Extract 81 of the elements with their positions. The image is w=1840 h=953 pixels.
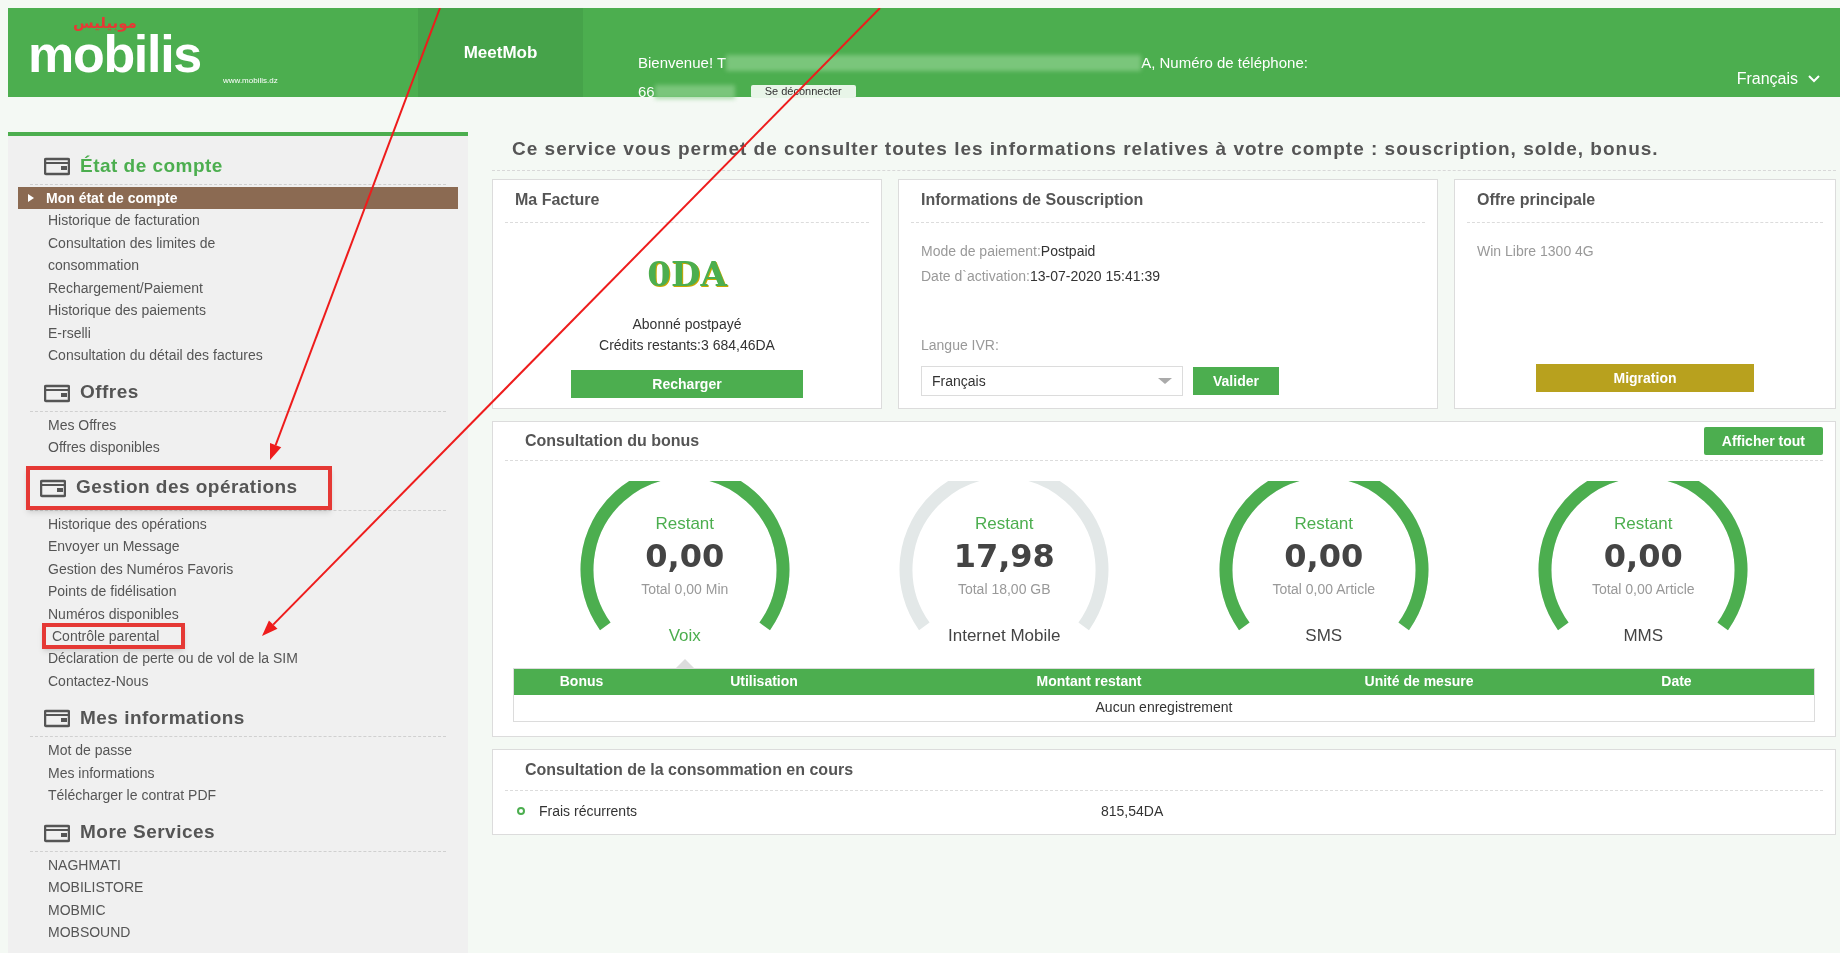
- charge-amount: 815,54DA: [1101, 801, 1164, 821]
- section-heading: Gestion des opérations: [76, 475, 298, 500]
- sidebar-link[interactable]: MOBMIC: [48, 898, 106, 921]
- gauge-caption: Restant: [655, 513, 715, 535]
- section-heading: More Services: [80, 820, 216, 845]
- gauge-tab[interactable]: MMS: [1623, 623, 1664, 649]
- column-header: Date: [1660, 672, 1693, 691]
- sidebar-link[interactable]: Déclaration de perte ou de vol de la SIM: [48, 647, 298, 670]
- column-header: Montant restant: [1035, 672, 1143, 691]
- sidebar-link[interactable]: Envoyer un Message: [48, 535, 180, 558]
- triangle-right-icon: [28, 194, 34, 202]
- bullet-icon: [517, 807, 525, 815]
- column-header: Bonus: [558, 672, 605, 691]
- column-header: Utilisation: [729, 672, 799, 691]
- card-title: Ma Facture: [515, 191, 600, 208]
- logo-arabic: موبيليس: [73, 14, 137, 32]
- gauge-tab[interactable]: Internet Mobile: [948, 623, 1061, 649]
- field-label: Langue IVR:: [921, 336, 999, 355]
- subscription-detail: Mode de paiement:Postpaid: [921, 242, 1097, 261]
- chevron-down-icon: [1808, 75, 1820, 83]
- gauge-total: Total 0,00 Article: [1272, 579, 1376, 599]
- sidebar-link[interactable]: Consultation du détail des factures: [48, 344, 263, 367]
- sidebar-link[interactable]: Télécharger le contrat PDF: [48, 784, 217, 807]
- gauge-tab[interactable]: SMS: [1305, 623, 1343, 649]
- empty-table-message: Aucun enregistrement: [1095, 698, 1233, 717]
- caret-down-icon: [1158, 378, 1172, 384]
- section-heading: Offres: [80, 380, 139, 405]
- gauge-value: 0,00: [1284, 536, 1364, 575]
- sidebar-link[interactable]: MOBSOUND: [48, 921, 131, 944]
- remaining-credit: Crédits restants:3 684,46DA: [599, 336, 775, 355]
- sidebar-link[interactable]: Historique des opérations: [48, 512, 207, 535]
- language-dropdown[interactable]: Français: [921, 366, 1183, 396]
- subscription-detail: Date d`activation:13-07-2020 15:41:39: [921, 267, 1161, 286]
- logo-url: www.mobilis.dz: [223, 76, 278, 86]
- sidebar-link[interactable]: E-rselli: [48, 321, 91, 344]
- wallet-icon: [44, 156, 70, 176]
- sidebar-link[interactable]: Historique de facturation: [48, 209, 200, 232]
- card-title: Offre principale: [1477, 191, 1596, 208]
- gauge-total: Total 0,00 Min: [641, 579, 729, 599]
- phone-label: A, Numéro de téléphone:: [1141, 53, 1308, 73]
- gauge-value: 17,98: [953, 536, 1055, 575]
- sidebar-link[interactable]: Contactez-Nous: [48, 669, 149, 692]
- sidebar-link[interactable]: Numéros disponibles: [48, 602, 179, 625]
- sidebar-link[interactable]: Gestion des Numéros Favoris: [48, 557, 234, 580]
- sidebar-link[interactable]: Mes informations: [48, 761, 155, 784]
- gauge-caption: Restant: [1294, 513, 1354, 535]
- sidebar-link[interactable]: Points de fidélisation: [48, 580, 177, 603]
- sidebar-link[interactable]: Mot de passe: [48, 739, 133, 762]
- wallet-icon: [40, 477, 66, 498]
- gauge-caption: Restant: [974, 513, 1034, 535]
- sidebar-link[interactable]: Historique des paiements: [48, 299, 206, 322]
- selected-menu-item[interactable]: Mon état de compte: [18, 187, 458, 209]
- wallet-icon: [44, 708, 70, 728]
- gauge-total: Total 18,00 GB: [957, 579, 1051, 599]
- sidebar-link[interactable]: Rechargement/Paiement: [48, 276, 203, 299]
- offer-name: Win Libre 1300 4G: [1477, 242, 1594, 261]
- section-heading: État de compte: [80, 153, 223, 178]
- sidebar-link[interactable]: MOBILISTORE: [48, 876, 144, 899]
- sidebar-link[interactable]: Mes Offres: [48, 413, 117, 436]
- gauge-value: 0,00: [645, 536, 725, 575]
- card-title: Informations de Souscription: [921, 191, 1144, 208]
- column-header: Unité de mesure: [1363, 672, 1475, 691]
- app-name: MeetMob: [463, 41, 538, 64]
- card-title: Consultation de la consommation en cours: [525, 760, 854, 778]
- sidebar-link[interactable]: Offres disponibles: [48, 436, 160, 459]
- wallet-icon: [44, 822, 70, 843]
- gauge-total: Total 0,00 Article: [1591, 579, 1695, 599]
- gauge-value: 0,00: [1603, 536, 1683, 575]
- phone-number: 66: [638, 81, 655, 102]
- welcome-text: Bienvenue! T: [638, 53, 727, 73]
- card-title: Consultation du bonus: [525, 431, 700, 451]
- sidebar-link[interactable]: Consultation des limites de consommation: [48, 231, 216, 277]
- charge-label: Frais récurrents: [539, 801, 639, 821]
- sidebar-link[interactable]: Contrôle parental: [42, 623, 186, 649]
- wallet-icon: [44, 382, 70, 403]
- gauge-caption: Restant: [1613, 513, 1673, 535]
- invoice-amount: 0DA: [647, 253, 727, 296]
- section-heading: Mes informations: [80, 705, 245, 730]
- logo-wordmark: mobilis: [28, 32, 201, 76]
- sidebar-link[interactable]: NAGHMATI: [48, 853, 121, 876]
- subscriber-type: Abonné postpayé: [632, 315, 742, 334]
